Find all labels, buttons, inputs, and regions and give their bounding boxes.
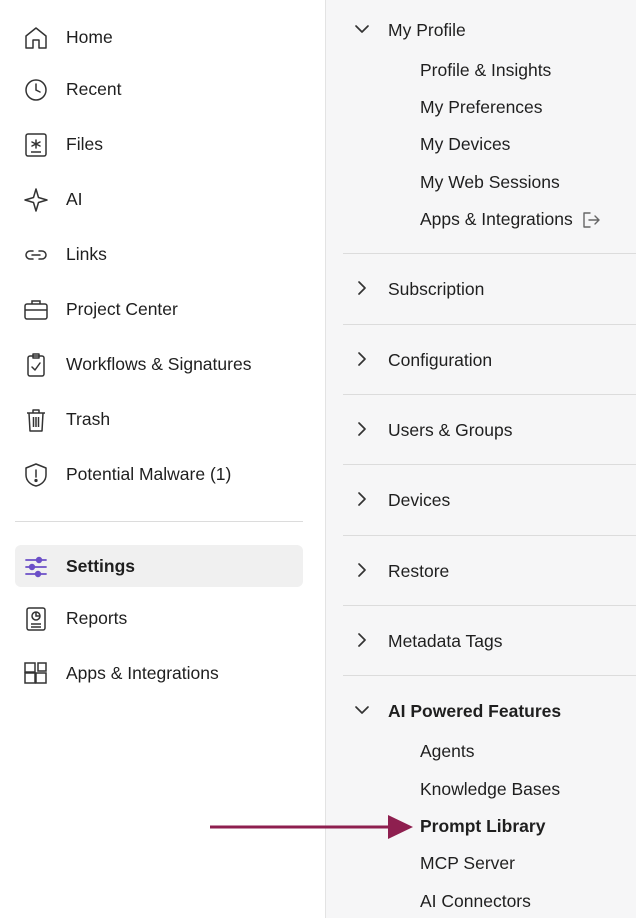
sidebar-item-label: Home (66, 27, 113, 47)
section-divider (343, 605, 636, 606)
section-title: Metadata Tags (388, 631, 503, 651)
chevron-right-icon (358, 352, 366, 366)
menu-item-knowledge-bases[interactable]: Knowledge Bases (420, 779, 560, 800)
sidebar-item-label: AI (66, 189, 83, 209)
pointer-arrow-annotation (210, 815, 413, 839)
section-my-profile[interactable]: My Profile (343, 10, 636, 50)
apps-icon (23, 661, 49, 687)
section-metadata-tags[interactable]: Metadata Tags (343, 621, 636, 661)
section-restore[interactable]: Restore (343, 551, 636, 591)
section-divider (343, 324, 636, 325)
menu-item-label: Apps & Integrations (420, 209, 573, 229)
section-divider (343, 394, 636, 395)
sidebar-item-trash[interactable]: Trash (15, 398, 303, 440)
shield-alert-icon (23, 462, 49, 488)
settings-menu: My Profile Profile & Insights My Prefere… (325, 0, 636, 918)
menu-item-ai-connectors[interactable]: AI Connectors (420, 891, 531, 912)
sparkle-icon (23, 187, 49, 213)
sidebar-item-label: Potential Malware (1) (66, 464, 232, 484)
clipboard-check-icon (23, 352, 49, 378)
chevron-down-icon (355, 706, 369, 714)
home-icon (23, 25, 49, 51)
sidebar-item-potential-malware[interactable]: Potential Malware (1) (15, 453, 303, 495)
sidebar-item-label: Reports (66, 608, 128, 628)
sidebar-item-ai[interactable]: AI (15, 178, 303, 220)
section-subscription[interactable]: Subscription (343, 269, 636, 309)
link-icon (23, 242, 49, 268)
sidebar-item-reports[interactable]: Reports (15, 597, 303, 639)
section-divider (343, 535, 636, 536)
section-title: Devices (388, 490, 451, 510)
external-link-icon (583, 212, 600, 229)
section-configuration[interactable]: Configuration (343, 340, 636, 380)
sidebar-item-label: Workflows & Signatures (66, 354, 252, 374)
section-title: Configuration (388, 350, 493, 370)
report-icon (23, 606, 49, 632)
trash-icon (23, 407, 49, 433)
section-devices[interactable]: Devices (343, 480, 636, 520)
sidebar-item-recent[interactable]: Recent (15, 68, 303, 110)
clock-icon (23, 77, 49, 103)
section-divider (343, 675, 636, 676)
sidebar-item-settings[interactable]: Settings (15, 545, 303, 587)
sidebar-divider (15, 521, 303, 522)
section-users-groups[interactable]: Users & Groups (343, 410, 636, 450)
sidebar-item-workflows[interactable]: Workflows & Signatures (15, 343, 303, 385)
section-ai-powered-features[interactable]: AI Powered Features (343, 691, 636, 731)
sidebar-item-label: Links (66, 244, 107, 264)
chevron-down-icon (355, 25, 369, 33)
sidebar: Home Recent Files AI Links Project Cente… (0, 0, 325, 918)
sidebar-item-label: Project Center (66, 299, 178, 319)
chevron-right-icon (358, 492, 366, 506)
sidebar-item-project-center[interactable]: Project Center (15, 288, 303, 330)
chevron-right-icon (358, 633, 366, 647)
section-title: Subscription (388, 279, 485, 299)
sidebar-item-label: Files (66, 134, 103, 154)
section-divider (343, 464, 636, 465)
chevron-right-icon (358, 422, 366, 436)
sidebar-item-apps-integrations[interactable]: Apps & Integrations (15, 652, 303, 694)
sidebar-item-label: Settings (66, 556, 136, 576)
chevron-right-icon (358, 281, 366, 295)
section-title: Restore (388, 561, 450, 581)
menu-item-my-preferences[interactable]: My Preferences (420, 97, 543, 118)
sidebar-item-links[interactable]: Links (15, 233, 303, 275)
section-title: My Profile (388, 20, 466, 40)
sidebar-item-label: Apps & Integrations (66, 663, 219, 683)
menu-item-agents[interactable]: Agents (420, 741, 474, 762)
menu-item-apps-integrations[interactable]: Apps & Integrations (420, 209, 601, 230)
files-icon (23, 132, 49, 158)
section-title: AI Powered Features (388, 701, 562, 721)
sidebar-item-files[interactable]: Files (15, 123, 303, 165)
chevron-right-icon (358, 563, 366, 577)
menu-item-my-web-sessions[interactable]: My Web Sessions (420, 172, 560, 193)
section-divider (343, 253, 636, 254)
sidebar-item-label: Trash (66, 409, 111, 429)
sliders-icon (23, 554, 49, 580)
menu-item-profile-insights[interactable]: Profile & Insights (420, 60, 551, 81)
menu-item-mcp-server[interactable]: MCP Server (420, 853, 515, 874)
menu-item-prompt-library[interactable]: Prompt Library (420, 816, 545, 837)
menu-item-my-devices[interactable]: My Devices (420, 134, 510, 155)
section-title: Users & Groups (388, 420, 513, 440)
briefcase-icon (23, 297, 49, 323)
sidebar-item-home[interactable]: Home (15, 16, 303, 58)
sidebar-item-label: Recent (66, 79, 122, 99)
